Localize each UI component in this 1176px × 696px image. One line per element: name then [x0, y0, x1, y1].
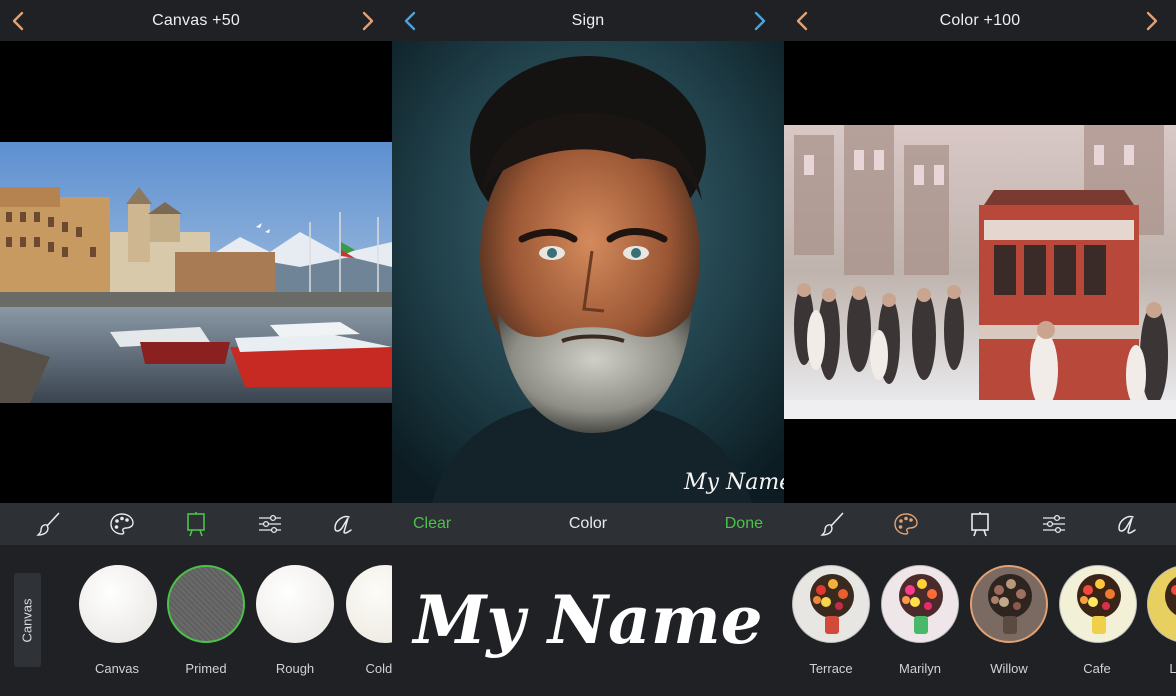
top-bar: Canvas +50 — [0, 0, 392, 41]
signature-text: My Name — [411, 581, 762, 659]
canvas-option-cold-press[interactable] — [346, 565, 392, 643]
top-bar: Sign — [392, 0, 784, 41]
canvas-panel: Canvas +50 Canvas Canvas Primed Rough Co… — [0, 0, 392, 696]
canvas-option-label: Cold P — [365, 661, 392, 676]
street-tram-painting[interactable] — [784, 125, 1176, 419]
forward-button[interactable] — [742, 0, 778, 41]
sign-tool[interactable] — [1107, 506, 1147, 542]
script-a-icon — [334, 515, 352, 534]
sliders-icon — [258, 514, 281, 534]
color-option-label: Terrace — [809, 661, 853, 676]
color-option-label: L — [1169, 661, 1176, 676]
top-bar: Color +100 — [784, 0, 1176, 41]
portrait-painting[interactable]: My Name — [392, 41, 784, 503]
palette-tool[interactable] — [102, 506, 142, 542]
script-a-icon — [1118, 515, 1136, 534]
sign-action-bar: Clear Color Done — [392, 503, 784, 545]
done-button[interactable]: Done — [725, 503, 763, 545]
panel-title: Color +100 — [939, 11, 1021, 29]
photo-area — [784, 41, 1176, 503]
photo-area: My Name — [392, 41, 784, 503]
color-option-willow[interactable] — [970, 565, 1048, 643]
brush-tool[interactable] — [29, 506, 69, 542]
color-panel: Color +100 Terrace Marilyn Willow Cafe L — [784, 0, 1176, 696]
sign-panel: Sign My Name Clear Color Done My Name — [392, 0, 784, 696]
chevron-right-icon — [362, 11, 374, 30]
adjust-tool[interactable] — [250, 506, 290, 542]
color-option-label: Marilyn — [899, 661, 941, 676]
brush-tool[interactable] — [813, 506, 853, 542]
color-option-terrace[interactable] — [792, 565, 870, 643]
sign-tool[interactable] — [323, 506, 363, 542]
back-button[interactable] — [784, 0, 820, 41]
color-option-cafe[interactable] — [1059, 565, 1137, 643]
signature-overlay: My Name — [683, 470, 784, 495]
palette-icon — [110, 513, 135, 535]
flower-vase-thumbnail — [1077, 574, 1121, 634]
canvas-tool[interactable] — [960, 506, 1000, 542]
palette-tool[interactable] — [886, 506, 926, 542]
tool-bar — [0, 503, 392, 545]
canvas-option-canvas[interactable] — [79, 565, 157, 643]
panel-title: Canvas +50 — [152, 11, 240, 29]
canvas-tool[interactable] — [176, 506, 216, 542]
flower-vase-thumbnail — [899, 574, 943, 634]
palette-icon — [894, 513, 919, 535]
canvas-category-label: Canvas — [20, 597, 36, 643]
canvas-category-tab[interactable]: Canvas — [14, 573, 41, 667]
chevron-right-icon — [1146, 11, 1158, 30]
flower-vase-thumbnail — [988, 574, 1032, 634]
sliders-icon — [1042, 514, 1065, 534]
brush-icon — [820, 512, 844, 536]
canvas-option-primed[interactable] — [167, 565, 245, 643]
canvas-option-label: Canvas — [94, 661, 140, 676]
flower-vase-thumbnail — [810, 574, 854, 634]
canvas-option-rough[interactable] — [256, 565, 334, 643]
canvas-option-label: Rough — [275, 661, 315, 676]
forward-button[interactable] — [350, 0, 386, 41]
back-button[interactable] — [0, 0, 36, 41]
panel-title: Sign — [571, 11, 605, 29]
canvas-options-tray: Canvas Canvas Primed Rough Cold P — [0, 545, 392, 696]
tool-bar — [784, 503, 1176, 545]
color-options-tray: Terrace Marilyn Willow Cafe L — [784, 545, 1176, 696]
canvas-option-label: Primed — [185, 661, 227, 676]
color-option-marilyn[interactable] — [881, 565, 959, 643]
color-option-label: Willow — [990, 661, 1028, 676]
easel-icon — [187, 512, 205, 537]
chevron-left-icon — [796, 11, 808, 30]
adjust-tool[interactable] — [1034, 506, 1074, 542]
brush-icon — [36, 512, 60, 536]
signature-pad[interactable]: My Name — [392, 545, 784, 696]
lakeside-town-painting[interactable] — [0, 142, 392, 403]
easel-icon — [971, 512, 989, 537]
chevron-right-icon — [754, 11, 766, 30]
photo-area — [0, 41, 392, 503]
color-option-partial[interactable] — [1147, 565, 1176, 643]
chevron-left-icon — [404, 11, 416, 30]
back-button[interactable] — [392, 0, 428, 41]
chevron-left-icon — [12, 11, 24, 30]
flower-vase-thumbnail — [1165, 576, 1176, 616]
forward-button[interactable] — [1134, 0, 1170, 41]
